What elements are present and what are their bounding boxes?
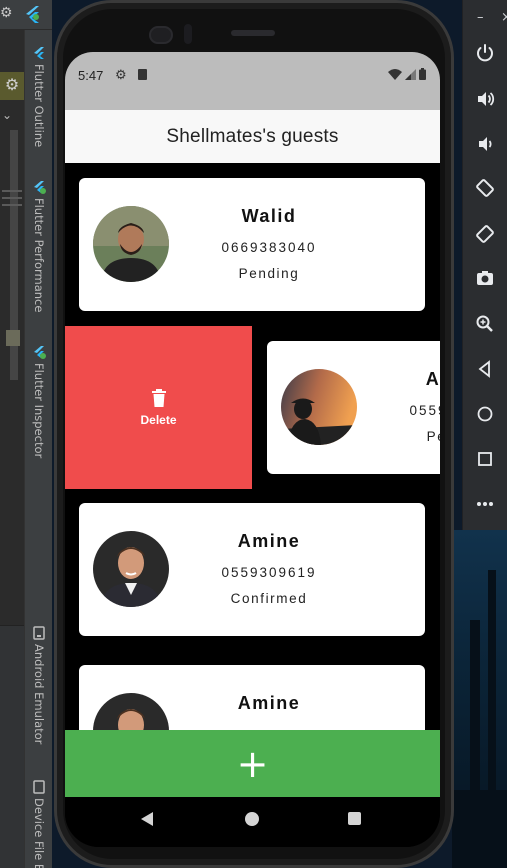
signal-icon	[405, 68, 416, 80]
page-title: Shellmates's guests	[166, 125, 339, 147]
android-emulator-icon	[33, 626, 45, 640]
emulator-toolbar: – ×	[462, 0, 507, 530]
guest-info: Amine 0559309619 Confirmed	[179, 531, 359, 606]
status-icons	[388, 68, 426, 80]
nav-recents-icon[interactable]	[348, 812, 361, 825]
tab-label: Android Emulator	[32, 644, 46, 745]
guest-avatar	[93, 531, 169, 607]
proximity-sensor	[184, 24, 192, 44]
zoom-icon[interactable]	[473, 312, 497, 336]
guest-info: Amine 0559309619 Pending	[367, 369, 440, 444]
settings-gear-icon[interactable]: ⚙	[0, 4, 13, 20]
tab-flutter-outline[interactable]: Flutter Outline	[27, 46, 51, 147]
guest-card[interactable]: Walid 0669383040 Pending	[79, 178, 425, 311]
home-icon[interactable]	[473, 402, 497, 426]
ide-bottom-panel	[0, 625, 24, 868]
navigation-bar	[65, 797, 440, 847]
tab-flutter-inspector[interactable]: Flutter Inspector	[27, 345, 51, 458]
ide-tool-window-bar: Flutter Outline Flutter Performance Flut…	[24, 30, 52, 868]
guest-name: Walid	[241, 206, 297, 226]
flutter-logo-icon[interactable]	[22, 4, 42, 24]
guest-card[interactable]: Amine 0559309619 Confirmed	[79, 503, 425, 636]
flutter-inspector-icon	[34, 346, 46, 359]
more-icon[interactable]	[473, 492, 497, 516]
editor-lines	[2, 190, 22, 211]
guest-avatar	[93, 206, 169, 282]
rotate-right-icon[interactable]	[473, 222, 497, 246]
plus-icon: +	[236, 741, 269, 786]
chevron-down-icon[interactable]: ⌄	[2, 108, 12, 122]
flutter-performance-icon	[34, 181, 46, 194]
earpiece-speaker	[231, 30, 275, 36]
guest-status: Confirmed	[230, 591, 308, 606]
guest-status: Pending	[426, 429, 440, 444]
delete-label: Delete	[140, 412, 177, 427]
tab-label: Device File E	[32, 798, 46, 868]
sd-card-icon	[138, 69, 147, 80]
background-ground	[452, 790, 507, 868]
flutter-outline-icon	[34, 47, 44, 59]
tab-flutter-performance[interactable]: Flutter Performance	[27, 180, 51, 312]
guest-info: Amine	[179, 693, 359, 727]
phone-screen: 5:47 ⚙ Shellmates's guests Walid 0669383…	[65, 52, 440, 847]
nav-back-icon[interactable]	[141, 812, 153, 826]
overview-icon[interactable]	[473, 447, 497, 471]
ide-sidebar: ⚙ ⚙ ⌄ Flutter Outline Flutter Performanc…	[0, 0, 52, 868]
tab-label: Flutter Inspector	[32, 363, 46, 459]
guest-card-swiped[interactable]: Amine 0559309619 Pending	[267, 341, 440, 474]
desktop-background	[452, 530, 507, 868]
volume-up-icon[interactable]	[473, 87, 497, 111]
ide-toolbar: ⚙	[0, 0, 52, 30]
guest-phone: 0669383040	[221, 240, 317, 255]
settings-icon: ⚙	[115, 67, 127, 82]
power-icon[interactable]	[473, 41, 497, 65]
front-camera	[149, 26, 173, 44]
volume-down-icon[interactable]	[473, 132, 497, 156]
tab-android-emulator[interactable]: Android Emulator	[27, 626, 51, 744]
guest-list[interactable]: Walid 0669383040 Pending Delete A 055 P …	[65, 163, 440, 783]
battery-icon	[419, 68, 426, 80]
rotate-left-icon[interactable]	[473, 176, 497, 200]
guest-name: Amine	[237, 693, 301, 713]
add-guest-button[interactable]: +	[65, 730, 440, 797]
back-icon[interactable]	[473, 357, 497, 381]
swipe-delete-action[interactable]: Delete	[65, 326, 252, 489]
tab-label: Flutter Performance	[32, 198, 46, 313]
tab-device-file-explorer[interactable]: Device File E	[27, 780, 51, 868]
status-time: 5:47	[78, 68, 104, 83]
guest-name: Amine	[425, 369, 440, 389]
desktop-root: ⚙ ⚙ ⌄ Flutter Outline Flutter Performanc…	[0, 0, 507, 868]
close-button[interactable]: ×	[501, 10, 507, 25]
tab-label: Flutter Outline	[32, 64, 46, 148]
guest-name: Amine	[237, 531, 301, 551]
minimize-button[interactable]: –	[477, 10, 484, 25]
guest-info: Walid 0669383040 Pending	[179, 206, 359, 281]
wifi-icon	[388, 68, 402, 80]
editor-scroll-thumb[interactable]	[6, 330, 20, 346]
status-bar: 5:47 ⚙	[65, 52, 440, 110]
gutter-gear-icon[interactable]: ⚙	[0, 72, 24, 100]
guest-phone: 0559309619	[409, 403, 440, 418]
device-file-icon	[33, 780, 45, 794]
guest-status: Pending	[238, 266, 300, 281]
app-bar: Shellmates's guests	[65, 110, 440, 163]
trash-icon	[151, 388, 166, 407]
nav-home-icon[interactable]	[245, 812, 259, 826]
guest-avatar	[281, 369, 357, 445]
guest-phone: 0559309619	[221, 565, 317, 580]
ide-editor-gutter: ⚙ ⌄	[0, 30, 24, 868]
camera-icon[interactable]	[473, 266, 497, 290]
